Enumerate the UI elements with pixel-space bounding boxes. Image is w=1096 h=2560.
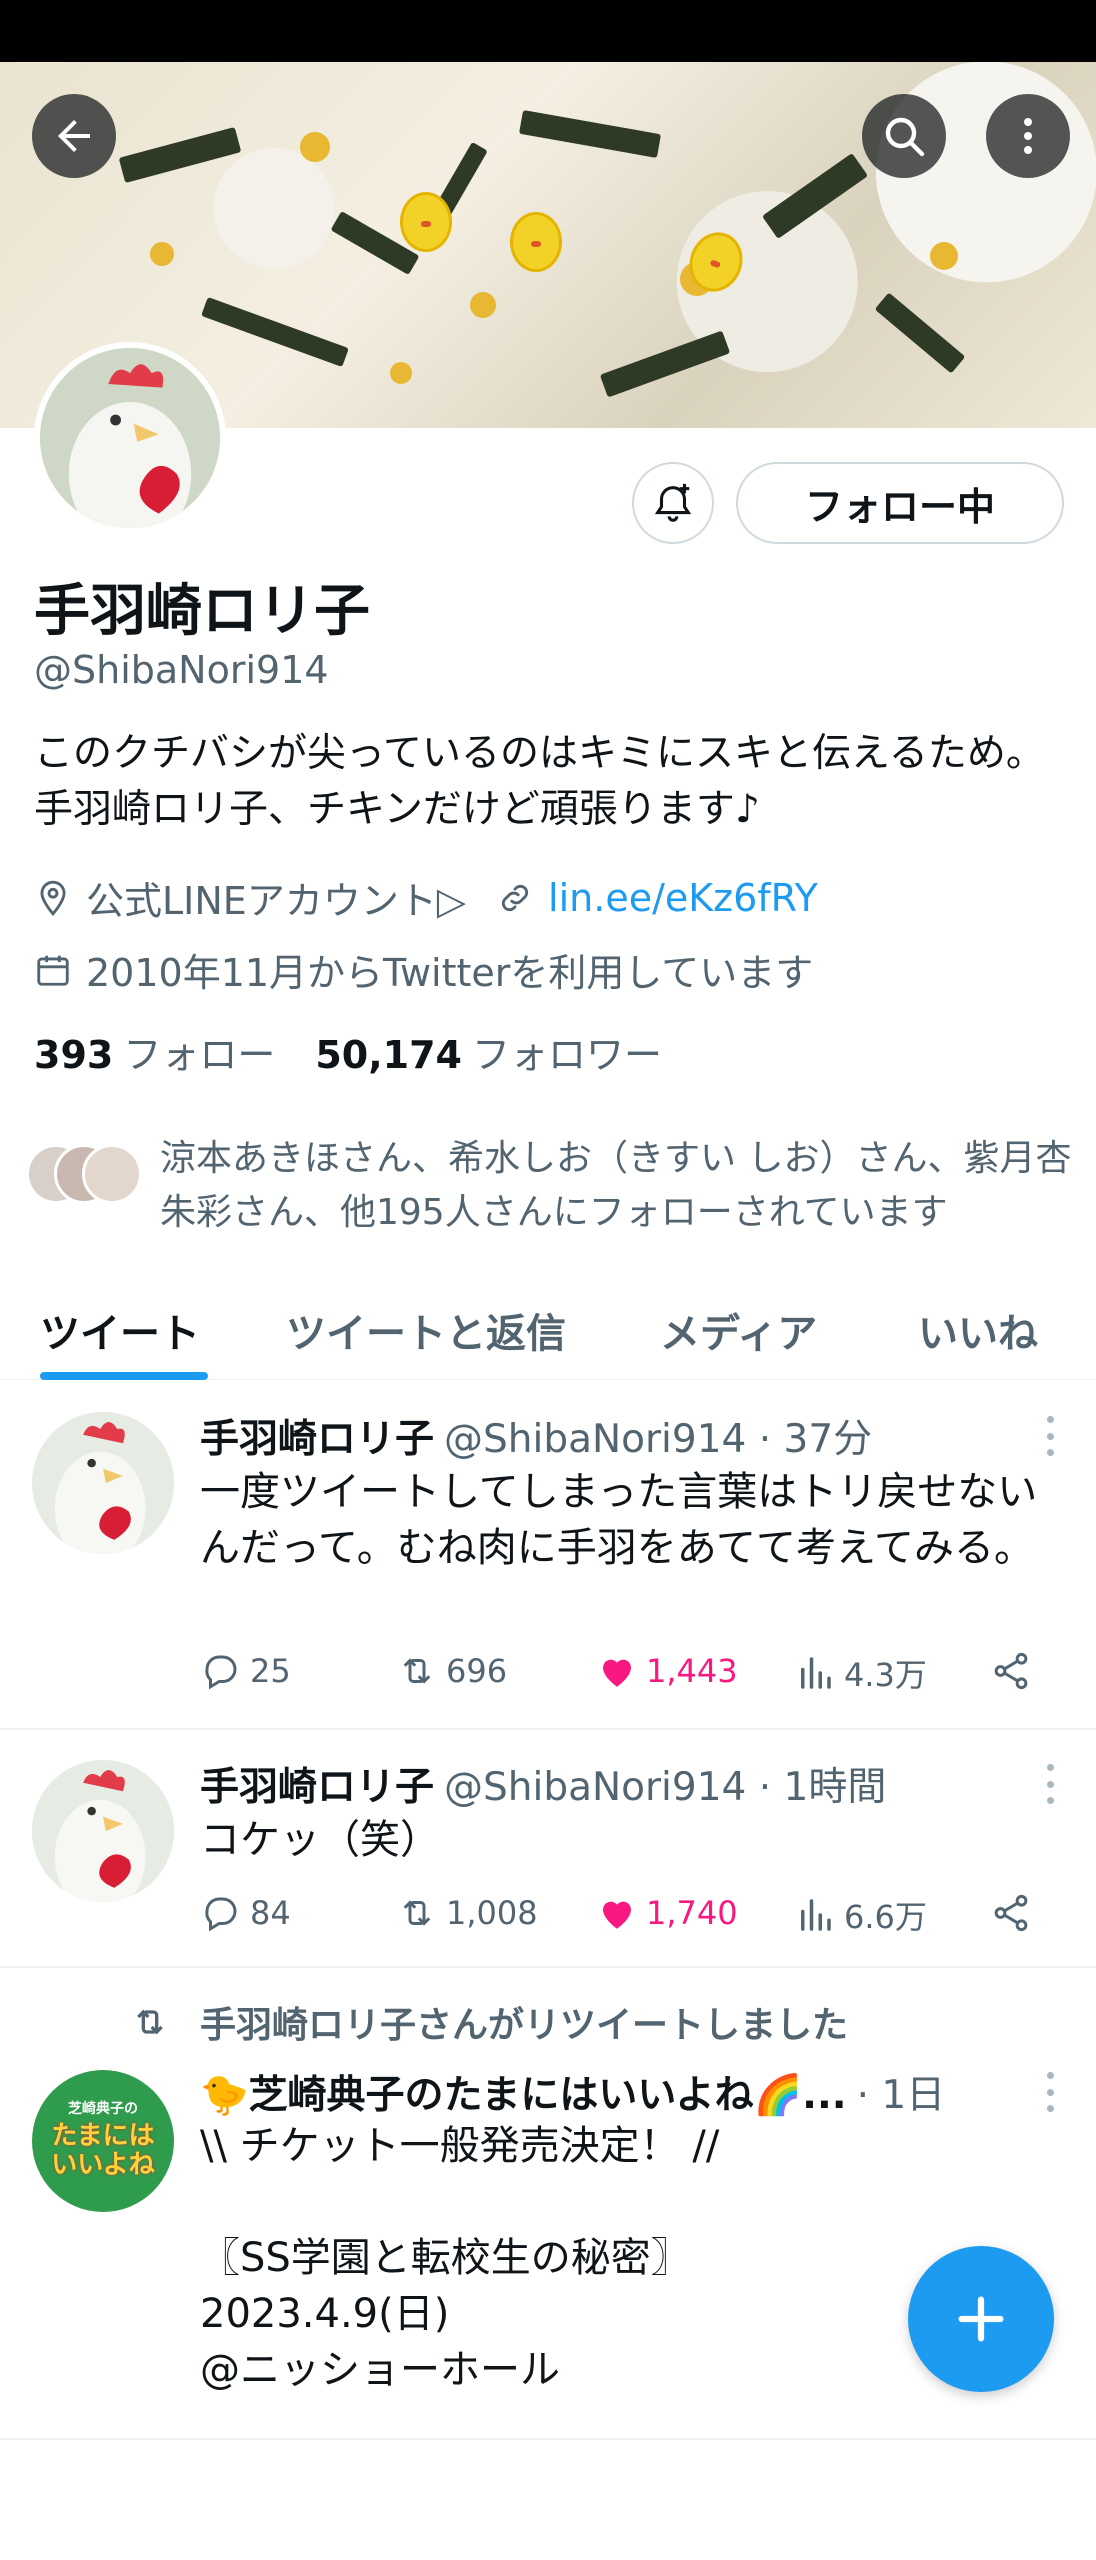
compose-tweet-button[interactable] [908,2246,1054,2392]
like-button[interactable]: 1,443 [596,1650,738,1692]
calendar-icon [37,955,69,986]
tweet-author-name[interactable]: 🐤芝崎典子のたまにはいいよね🌈... [200,2073,847,2118]
reply-icon [205,1655,237,1690]
tweet-author-name[interactable]: 手羽崎ロリ子 [200,1765,434,1810]
link-icon [501,884,529,911]
followers-count-link[interactable]: 50,174 フォロワー [315,1024,662,1079]
followed-by-text: 涼本あきほさん、希水しお（きすい しお）さん、紫月杏朱彩さん、他195人さんにフ… [160,1138,1072,1233]
tweet-author-avatar[interactable] [32,1412,174,1554]
views-button[interactable]: 6.6万 [794,1892,927,1938]
more-vertical-icon [1024,118,1032,154]
profile-website-link[interactable]: lin.ee/eKz6fRY [548,876,818,920]
profile-joined-row: 2010年11月からTwitterを利用しています [34,942,813,997]
profile-joined-date: 2010年11月からTwitterを利用しています [86,951,814,995]
bell-plus-icon [654,483,692,522]
share-icon [994,1652,1028,1690]
arrow-left-icon [58,120,90,152]
tweet-author-avatar[interactable]: 芝崎典子の たまには いいよね [32,2070,174,2212]
active-tab-indicator [40,1372,208,1380]
tweet-more-button[interactable] [1044,1416,1056,1456]
search-icon [885,117,925,157]
analytics-icon [801,1899,831,1931]
profile-location: 公式LINEアカウント▷ [86,879,467,923]
share-button[interactable] [990,1650,1040,1692]
tweet-actions: 25 696 1,443 4.3万 [200,1650,1040,1700]
tweet-time: · 37分 [758,1417,873,1462]
tweet-time: · 1日 [856,2073,946,2118]
follow-counts: 393 フォロー 50,174 フォロワー [34,1024,662,1079]
profile-tabs: ツイート ツイートと返信 メディア いいね [0,1280,1096,1380]
heart-filled-icon [603,1901,631,1929]
share-button[interactable] [990,1892,1040,1934]
tweet-more-button[interactable] [1044,1764,1056,1804]
profile-handle: @ShibaNori914 [34,648,329,692]
tweet[interactable]: 手羽崎ロリ子 @ShibaNori914 · 1時間 コケッ（笑） 84 1,00… [0,1730,1096,1968]
retweet-icon [403,1900,431,1926]
tweet[interactable]: 手羽崎ロリ子 @ShibaNori914 · 37分 一度ツイートしてしまった言葉… [0,1380,1096,1730]
profile-location-link-row: 公式LINEアカウント▷ lin.ee/eKz6fRY [34,870,818,925]
tweet-header: 🐤芝崎典子のたまにはいいよね🌈... · 1日 [200,2064,945,2120]
tweet-text: 一度ツイートしてしまった言葉はトリ戻せないんだって。むね肉に手羽をあてて考えてみ… [200,1469,1038,1571]
following-count-link[interactable]: 393 フォロー [34,1024,275,1079]
like-button[interactable]: 1,740 [596,1892,738,1934]
tab-tweets-and-replies[interactable]: ツイートと返信 [286,1280,566,1380]
profile-name: 手羽崎ロリ子 [34,579,370,644]
status-bar [0,0,1096,62]
location-pin-icon [40,880,66,916]
back-button[interactable] [32,94,116,178]
tweet-more-button[interactable] [1044,2072,1056,2112]
tweet-author-avatar[interactable] [32,1760,174,1902]
more-options-button[interactable] [986,94,1070,178]
retweet-button[interactable]: 696 [396,1650,507,1692]
tab-tweets[interactable]: ツイート [40,1280,200,1380]
tab-likes[interactable]: いいね [918,1280,1038,1380]
heart-filled-icon [603,1659,631,1687]
reply-icon [205,1897,237,1932]
tweet-actions: 84 1,008 1,740 6.6万 [200,1892,1040,1942]
profile-avatar[interactable] [34,342,226,534]
reply-button[interactable]: 84 [200,1892,291,1934]
tweet-time: · 1時間 [758,1765,887,1810]
plus-icon [958,2296,1004,2342]
views-button[interactable]: 4.3万 [794,1650,927,1696]
tab-media[interactable]: メディア [660,1280,817,1380]
reply-button[interactable]: 25 [200,1650,291,1692]
notification-bell-button[interactable] [632,462,714,544]
share-icon [994,1894,1028,1932]
following-button[interactable]: フォロー中 [736,462,1064,544]
mutual-follower-avatars [26,1144,146,1214]
tweet-author-handle: @ShibaNori914 [444,1765,747,1810]
tweet-author-handle: @ShibaNori914 [444,1417,747,1462]
tweet-text: コケッ（笑） [200,1817,440,1863]
followed-by-section[interactable]: 涼本あきほさん、希水しお（きすい しお）さん、紫月杏朱彩さん、他195人さんにフ… [26,1132,1076,1240]
profile-bio: このクチバシが尖っているのはキミにスキと伝えるため。手羽崎ロリ子、チキンだけど頑… [34,731,1045,832]
tweet-author-name[interactable]: 手羽崎ロリ子 [200,1417,434,1462]
chicken-avatar-image [40,348,220,528]
retweet-button[interactable]: 1,008 [396,1892,538,1934]
analytics-icon [801,1657,831,1689]
retweet-icon [403,1658,431,1684]
tweet-header: 手羽崎ロリ子 @ShibaNori914 · 37分 [200,1408,872,1464]
tweet-header: 手羽崎ロリ子 @ShibaNori914 · 1時間 [200,1756,886,1812]
search-button[interactable] [862,94,946,178]
